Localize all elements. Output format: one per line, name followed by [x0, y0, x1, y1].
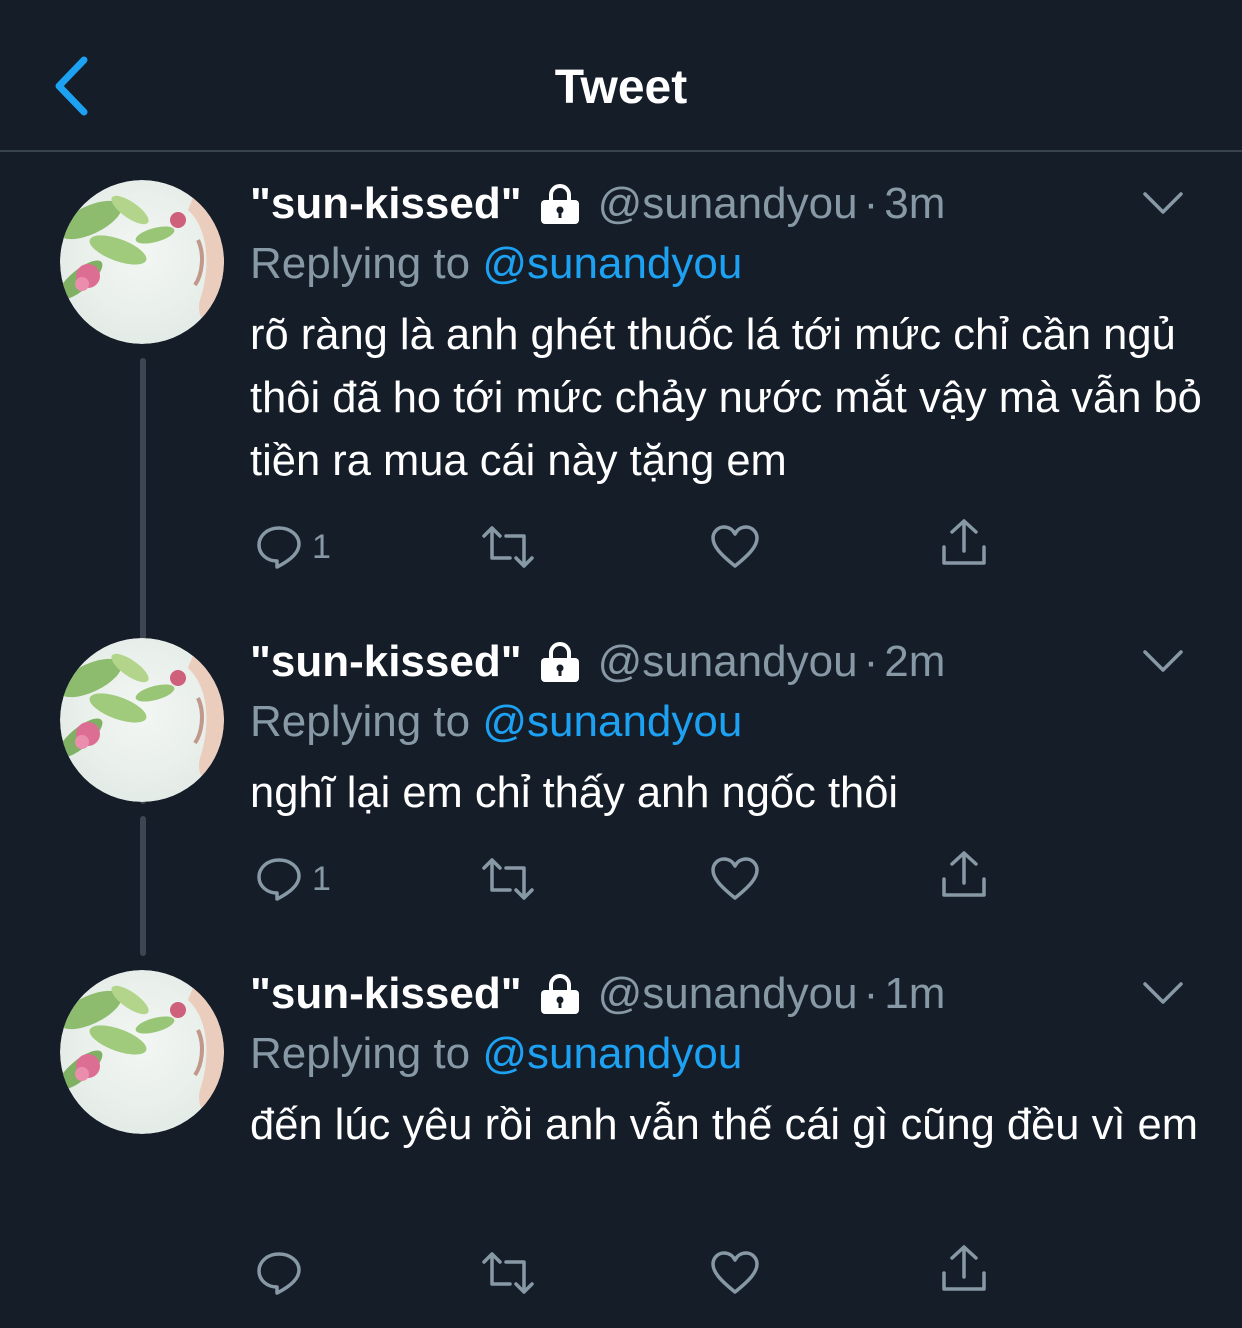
user-handle[interactable]: @sunandyou — [598, 180, 858, 228]
retweet-button[interactable] — [480, 522, 536, 572]
share-button[interactable] — [940, 850, 988, 900]
share-button[interactable] — [940, 1244, 988, 1294]
mention-link[interactable]: @sunandyou — [482, 1029, 742, 1078]
display-name[interactable]: "sun-kissed" — [250, 970, 522, 1018]
reply-button[interactable] — [256, 1248, 312, 1298]
avatar-image — [60, 970, 224, 1134]
share-button[interactable] — [940, 518, 988, 568]
replying-to: Replying to @sunandyou — [250, 240, 742, 288]
avatar-image — [60, 180, 224, 344]
chevron-down-icon[interactable] — [1142, 980, 1184, 1006]
retweet-button[interactable] — [480, 1248, 536, 1298]
heart-icon — [711, 525, 759, 568]
separator-dot: · — [863, 179, 879, 228]
replying-to: Replying to @sunandyou — [250, 1030, 742, 1078]
tweet-text: nghĩ lại em chỉ thấy anh ngốc thôi — [250, 769, 899, 817]
reply-icon — [257, 858, 301, 901]
timestamp: 3m — [884, 179, 946, 228]
retweet-button[interactable] — [480, 854, 536, 904]
like-button[interactable] — [710, 522, 760, 572]
replying-to: Replying to @sunandyou — [250, 698, 742, 746]
reply-icon — [257, 526, 301, 569]
retweet-icon — [482, 526, 534, 568]
tweet-text: rõ ràng là anh ghét thuốc lá tới mức chỉ… — [250, 311, 1202, 485]
share-icon — [942, 851, 986, 897]
avatar[interactable] — [60, 970, 224, 1134]
like-button[interactable] — [710, 1248, 760, 1298]
lock-icon — [540, 642, 579, 682]
lock-icon — [540, 974, 579, 1014]
retweet-icon — [482, 858, 534, 900]
like-button[interactable] — [710, 854, 760, 904]
heart-icon — [711, 857, 759, 900]
replying-prefix: Replying to — [250, 697, 471, 746]
replying-prefix: Replying to — [250, 1029, 471, 1078]
retweet-icon — [482, 1252, 534, 1294]
page-title: Tweet — [554, 61, 688, 114]
mention-link[interactable]: @sunandyou — [482, 239, 742, 288]
display-name[interactable]: "sun-kissed" — [250, 638, 522, 686]
timestamp: 1m — [884, 969, 946, 1018]
thread-line — [140, 816, 146, 956]
user-handle[interactable]: @sunandyou — [598, 970, 858, 1018]
chevron-down-icon[interactable] — [1142, 648, 1184, 674]
heart-icon — [711, 1251, 759, 1294]
avatar[interactable] — [60, 638, 224, 802]
timestamp: 2m — [884, 637, 946, 686]
chevron-down-icon[interactable] — [1142, 190, 1184, 216]
user-handle[interactable]: @sunandyou — [598, 638, 858, 686]
display-name[interactable]: "sun-kissed" — [250, 180, 522, 228]
avatar-image — [60, 638, 224, 802]
separator-dot: · — [863, 637, 879, 686]
lock-icon — [540, 184, 579, 224]
mention-link[interactable]: @sunandyou — [482, 697, 742, 746]
tweet-header: "sun-kissed" @sunandyou · 1m — [250, 970, 945, 1018]
reply-button[interactable]: 1 — [256, 522, 331, 572]
separator-dot: · — [863, 969, 879, 1018]
avatar[interactable] — [60, 180, 224, 344]
tweet-text: đến lúc yêu rồi anh vẫn thế cái gì cũng … — [250, 1101, 1198, 1149]
reply-button[interactable]: 1 — [256, 854, 331, 904]
replying-prefix: Replying to — [250, 239, 471, 288]
reply-icon — [257, 1252, 301, 1295]
share-icon — [942, 519, 986, 565]
share-icon — [942, 1245, 986, 1291]
tweet-header: "sun-kissed" @sunandyou · 2m — [250, 638, 945, 686]
reply-count: 1 — [312, 527, 331, 566]
top-bar: Tweet — [0, 0, 1242, 152]
tweet-header: "sun-kissed" @sunandyou · 3m — [250, 180, 945, 228]
reply-count: 1 — [312, 859, 331, 898]
